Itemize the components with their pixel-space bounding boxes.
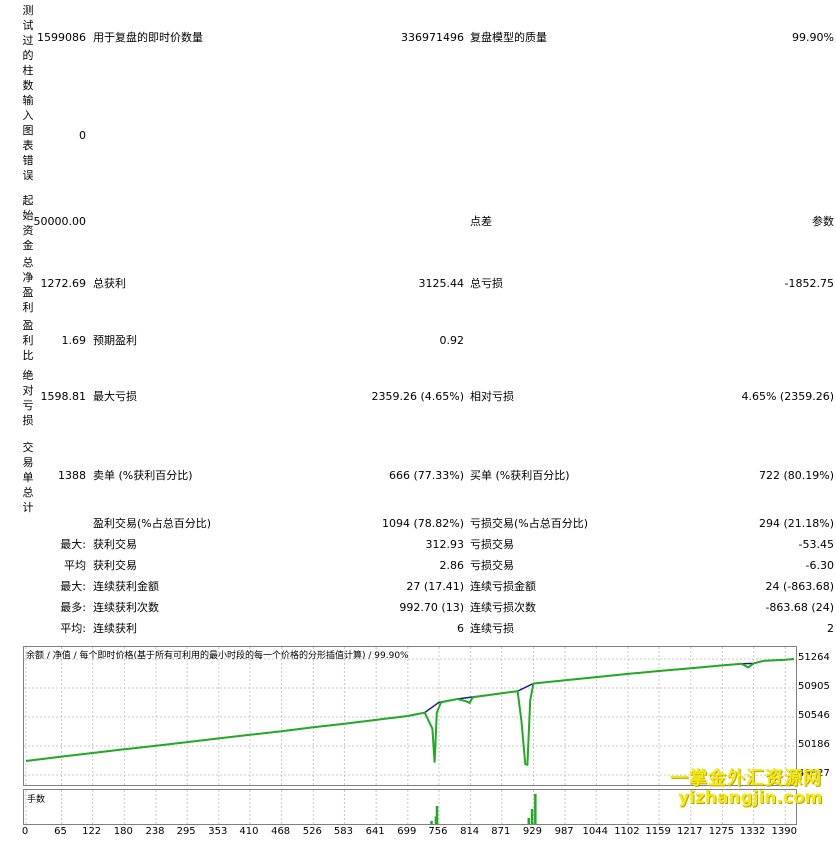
row-value: 1599086	[37, 31, 86, 44]
x-tick-label: 1102	[614, 826, 640, 837]
row-value-1: 992.70 (13)	[399, 601, 464, 614]
row-label-2: 点差	[470, 215, 492, 228]
row-label-1: 卖单 (%获利百分比)	[93, 469, 193, 482]
row-value-2: 722 (80.19%)	[758, 469, 834, 482]
row-value: 1388	[58, 469, 86, 482]
row-label-2: 亏损交易	[470, 559, 514, 572]
x-tick-label: 526	[302, 826, 322, 837]
x-tick-label: 295	[176, 826, 196, 837]
row-value-1: 2359.26 (4.65%)	[371, 390, 464, 403]
x-tick-label: 122	[82, 826, 102, 837]
y-tick-label: 51264	[798, 652, 830, 663]
row-value-1: 27 (17.41)	[406, 580, 464, 593]
row-value-1: 336971496	[401, 31, 464, 44]
row-value-2: -863.68 (24)	[765, 601, 834, 614]
row-prefix: 平均:	[60, 622, 86, 635]
row-prefix: 平均	[64, 559, 86, 572]
row-label-1: 获利交易	[93, 538, 137, 551]
chart-legend: 余额 / 净值 / 每个即时价格(基于所有可利用的最小时段的每一个价格的分形插值…	[26, 648, 409, 661]
row-label-2: 连续亏损次数	[470, 601, 536, 614]
x-tick-label: 583	[333, 826, 353, 837]
legend-text: 余额 / 净值 / 每个即时价格(基于所有可利用的最小时段的每一个价格的分形插值…	[26, 651, 409, 661]
x-tick-label: 1275	[708, 826, 735, 837]
x-tick-label: 468	[271, 826, 291, 837]
row-label-2: 买单 (%获利百分比)	[470, 469, 570, 482]
row-label-2: 亏损交易(%占总百分比)	[470, 517, 589, 530]
row-prefix: 最多:	[60, 601, 86, 614]
row-prefix: 最大:	[60, 538, 86, 551]
y-tick-label: 50546	[798, 709, 830, 721]
volume-bar	[430, 821, 433, 824]
x-tick-label: 238	[145, 826, 165, 837]
row-value-2: 4.65% (2359.26)	[741, 390, 834, 403]
x-tick-label: 814	[460, 826, 480, 837]
row-value-1: 3125.44	[418, 277, 465, 290]
x-tick-label: 641	[365, 826, 385, 837]
row-label-2: 亏损交易	[470, 538, 514, 551]
row-value-2: 99.90%	[792, 31, 834, 44]
x-tick-label: 756	[428, 826, 448, 837]
x-tick-label: 929	[522, 826, 542, 837]
row-label-1: 连续获利金额	[93, 580, 159, 593]
volume-bar	[530, 809, 534, 824]
row-label-1: 用于复盘的即时价数量	[93, 31, 203, 44]
row-label-2: 连续亏损金额	[470, 580, 536, 593]
row-value-1: 1094 (78.82%)	[381, 517, 464, 530]
y-tick-label: 50905	[798, 680, 830, 692]
volume-bar	[534, 794, 537, 824]
row-label-2: 相对亏损	[470, 390, 514, 403]
row-value-2: -6.30	[805, 559, 834, 572]
row-value: 1.69	[61, 334, 87, 347]
volume-label: 手数	[27, 795, 46, 805]
row-value-1: 666 (77.33%)	[388, 469, 464, 482]
y-tick-label: 50186	[798, 739, 830, 751]
row-value-2: -53.45	[798, 538, 834, 551]
row-label-1: 预期盈利	[93, 334, 137, 347]
x-tick-label: 0	[21, 826, 29, 837]
row-label-1: 最大亏损	[93, 390, 137, 403]
row-value: 1272.69	[40, 277, 87, 290]
x-tick-label: 180	[113, 826, 133, 837]
row-label-1: 连续获利	[93, 622, 137, 635]
x-tick-label: 410	[239, 826, 259, 837]
row-value-2: 参数	[812, 215, 834, 228]
x-tick-label: 353	[208, 826, 228, 837]
equity-line	[25, 658, 795, 766]
row-label-1: 获利交易	[93, 559, 137, 572]
row-value-2: 294 (21.18%)	[758, 517, 834, 530]
x-tick-label: 1390	[771, 826, 797, 837]
row-label-2: 复盘模型的质量	[470, 31, 547, 44]
vertical-label: 测试过的柱数	[22, 4, 34, 92]
x-tick-label: 871	[491, 826, 511, 837]
row-value-2: 2	[827, 622, 834, 635]
row-value: 1598.81	[40, 390, 87, 403]
row-value-1: 312.93	[425, 538, 465, 551]
row-label-1: 总获利	[93, 277, 126, 290]
volume-bar	[435, 806, 439, 824]
x-tick-label: 1044	[582, 826, 608, 837]
row-value-1: 2.86	[439, 559, 465, 572]
volume-bar	[527, 818, 531, 824]
x-tick-label: 1159	[645, 826, 671, 837]
row-value: 50000.00	[33, 215, 87, 228]
row-value: 0	[79, 129, 86, 142]
row-label-1: 连续获利次数	[93, 601, 159, 614]
watermark-cn: 一掌金外汇资源网	[670, 768, 822, 789]
row-value-2: 24 (-863.68)	[765, 580, 834, 593]
row-value-1: 6	[457, 622, 464, 635]
x-tick-label: 699	[397, 826, 417, 837]
watermark-url: yizhangjin.com	[678, 788, 823, 808]
x-tick-label: 987	[554, 826, 574, 837]
row-value-2: -1852.75	[784, 277, 834, 290]
x-tick-label: 65	[54, 826, 67, 837]
row-label-1: 盈利交易(%占总百分比)	[93, 517, 212, 530]
row-label-2: 连续亏损	[470, 622, 514, 635]
row-prefix: 最大:	[60, 580, 86, 593]
x-tick-label: 1332	[739, 826, 766, 837]
row-value-1: 0.92	[439, 334, 465, 347]
row-label-2: 总亏损	[470, 277, 503, 290]
x-tick-label: 1217	[677, 826, 703, 837]
